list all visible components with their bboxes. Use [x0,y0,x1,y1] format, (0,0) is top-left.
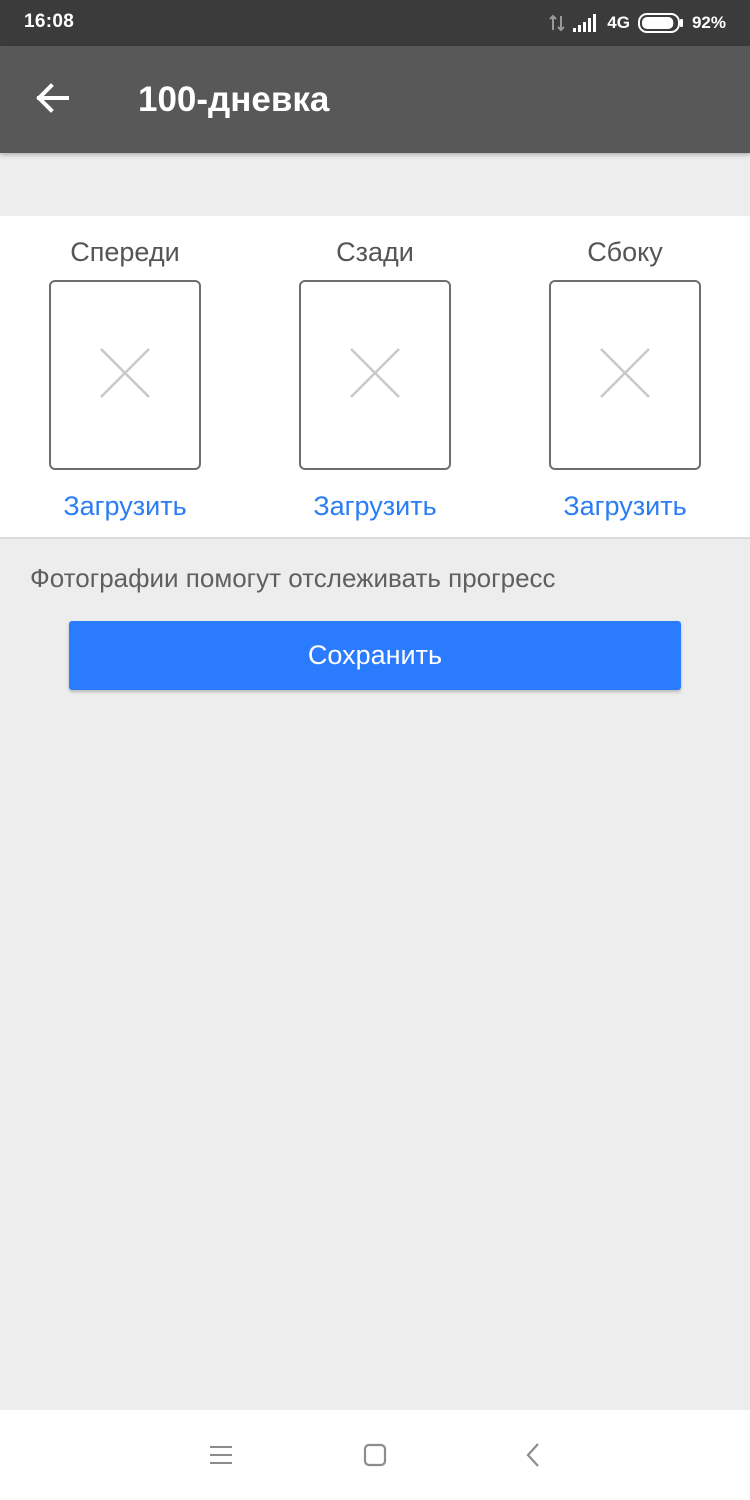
status-time: 16:08 [24,11,75,32]
status-bar: 16:08 4G 92% [0,0,750,46]
photo-slot-front: Спереди Загрузить [0,216,250,537]
battery-icon [637,13,684,33]
back-chevron-icon[interactable] [513,1435,553,1475]
close-icon [349,347,401,404]
photo-panel: Спереди Загрузить Сзади Загрузить Сбоку [0,216,750,539]
upload-button-front[interactable]: Загрузить [0,490,250,522]
hint-text: Фотографии помогут отслеживать прогресс [30,563,556,593]
photo-placeholder[interactable] [49,280,201,470]
back-button[interactable] [22,70,82,130]
app-bar: 100-дневка [0,46,750,153]
photo-slot-label: Спереди [70,237,180,267]
photo-placeholder[interactable] [299,280,451,470]
close-icon [599,347,651,404]
photo-slot-label: Сзади [336,237,414,267]
save-button[interactable]: Сохранить [69,621,681,690]
network-type: 4G [607,13,630,32]
status-icons: 4G 92% [549,8,726,38]
system-nav-bar [0,1410,750,1500]
photo-slot-side: Сбоку Загрузить [500,216,750,537]
photo-slot-label: Сбоку [587,237,663,267]
menu-icon[interactable] [201,1435,241,1475]
photo-placeholder[interactable] [549,280,701,470]
arrow-left-icon [35,82,69,118]
close-icon [99,347,151,404]
upload-button-back[interactable]: Загрузить [250,490,500,522]
data-transfer-icon [549,14,565,32]
photo-slot-back: Сзади Загрузить [250,216,500,537]
page-title: 100-дневка [138,80,330,119]
upload-button-side[interactable]: Загрузить [500,490,750,522]
signal-icon [573,14,599,32]
battery-percent: 92% [691,13,726,32]
home-square-icon[interactable] [355,1435,395,1475]
